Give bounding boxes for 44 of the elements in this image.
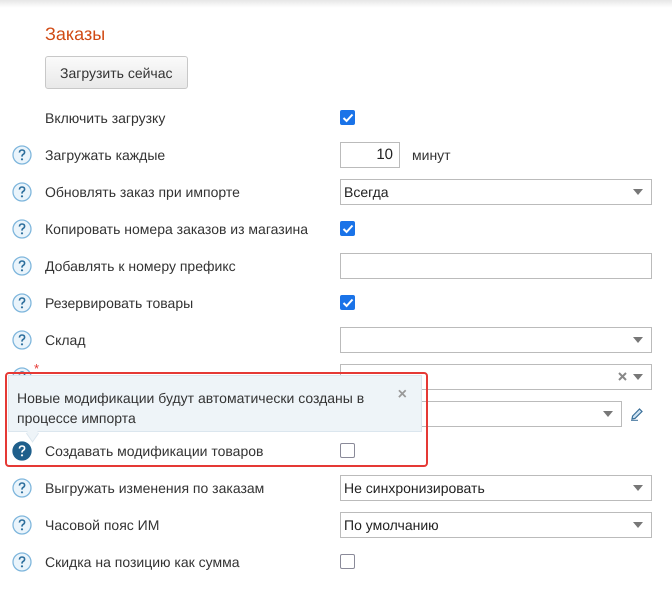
help-icon[interactable]: [12, 478, 32, 498]
field-label: Копировать номера заказов из магазина: [45, 220, 308, 236]
help-icon[interactable]: [12, 514, 32, 534]
help-icon[interactable]: [12, 552, 32, 572]
field-label: Часовой пояс ИМ: [45, 516, 160, 532]
field-label: Обновлять заказ при импорте: [45, 184, 240, 200]
select-dropdown[interactable]: Всегда: [340, 178, 652, 204]
field-label: Загружать каждые: [45, 146, 166, 162]
required-mark: *: [34, 360, 40, 376]
field-label: Добавлять к номеру префикс: [45, 258, 236, 274]
select-dropdown[interactable]: По умолчанию: [340, 512, 652, 538]
field-label: Включить загрузку: [45, 110, 166, 126]
caret-icon: [633, 188, 643, 194]
help-icon[interactable]: [12, 292, 32, 312]
section-title: Заказы: [45, 23, 106, 46]
caret-icon: [633, 522, 643, 528]
help-icon[interactable]: [12, 440, 32, 460]
help-icon[interactable]: [12, 256, 32, 276]
caret-icon: [633, 336, 643, 342]
field-label: Скидка на позицию как сумма: [45, 554, 240, 570]
interval-input[interactable]: 10: [340, 142, 400, 168]
caret-icon: [603, 410, 613, 416]
select-dropdown[interactable]: Не синхронизировать: [340, 474, 652, 500]
tooltip-text: Новые модификации будут автоматически созданы в процессе импорта: [17, 390, 364, 426]
prefix-input[interactable]: [340, 252, 652, 278]
help-icon[interactable]: [12, 330, 32, 350]
field-label: Создавать модификации товаров: [45, 442, 264, 458]
load-now-button[interactable]: Загрузить сейчас: [45, 56, 188, 89]
checkbox[interactable]: [340, 110, 355, 125]
caret-icon: [633, 484, 643, 490]
field-label: Резервировать товары: [45, 294, 194, 310]
field-label: Выгружать изменения по заказам: [45, 480, 264, 496]
pencil-icon[interactable]: [630, 406, 644, 420]
help-icon[interactable]: [12, 218, 32, 238]
caret-icon: [633, 374, 643, 380]
unit-label: минут: [412, 146, 451, 162]
checkbox[interactable]: [340, 443, 355, 458]
checkbox[interactable]: [340, 295, 355, 310]
checkbox[interactable]: [340, 221, 355, 236]
field-label: Склад: [45, 332, 86, 348]
help-icon[interactable]: [12, 144, 32, 164]
clear-icon[interactable]: [618, 372, 627, 381]
checkbox[interactable]: [340, 554, 355, 569]
help-icon[interactable]: [12, 182, 32, 202]
